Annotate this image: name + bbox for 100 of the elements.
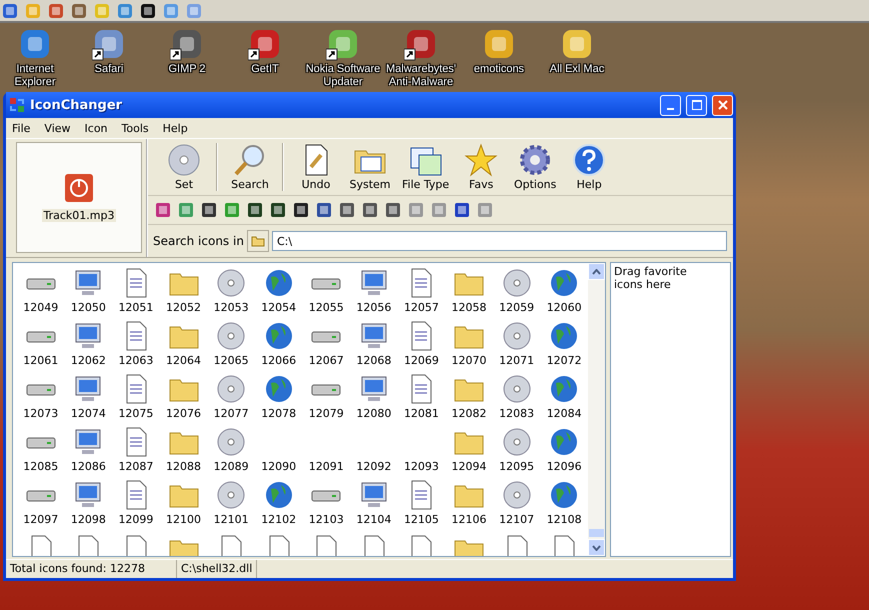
tool-icon[interactable] <box>200 201 218 219</box>
arrow-down-icon[interactable] <box>592 544 601 550</box>
shortcut-icon[interactable] <box>248 27 282 61</box>
icon-label: Safari <box>94 63 124 76</box>
icon-number: 12066 <box>261 354 296 367</box>
favorites-hint: Drag favorite icons here <box>614 265 688 291</box>
menu-item[interactable]: File <box>12 122 30 134</box>
icon-number: 12090 <box>261 460 296 473</box>
icon-number: 12073 <box>23 407 58 420</box>
icon-number: 12103 <box>308 513 344 526</box>
menu-item[interactable]: Icon <box>84 122 108 134</box>
icon-number: 12100 <box>166 513 202 526</box>
icon-label: GetIT <box>251 63 279 76</box>
maximize-button[interactable] <box>686 94 707 116</box>
toolbar-button[interactable]: File Type <box>398 143 454 191</box>
icon-number: 12108 <box>546 513 582 526</box>
tool-icon[interactable] <box>384 201 402 219</box>
icon-number: 12075 <box>118 407 154 420</box>
tool-icon[interactable] <box>361 201 379 219</box>
tool-icon[interactable] <box>453 201 471 219</box>
toolbar-button[interactable]: Favs <box>455 143 508 191</box>
icon-number: 12072 <box>546 354 582 367</box>
icon-number: 12106 <box>452 513 487 526</box>
icon-number: 12064 <box>166 354 202 367</box>
app-icon[interactable] <box>140 2 156 18</box>
close-button[interactable] <box>712 94 733 116</box>
icon-number: 12049 <box>23 301 58 314</box>
toolbar-button[interactable]: Help <box>563 143 616 191</box>
icon-number: 12059 <box>499 301 534 314</box>
icon-number: 12089 <box>214 460 249 473</box>
path-field[interactable]: C:\ <box>272 231 727 251</box>
toolbar-button[interactable]: Search <box>224 143 276 191</box>
icon-number: 12098 <box>70 513 106 526</box>
menu-item[interactable]: Tools <box>122 122 149 134</box>
icon-number: 12069 <box>404 354 439 367</box>
icon-number: 12078 <box>261 407 296 420</box>
icon-label: Internet Explorer <box>14 63 56 89</box>
icon-number: 12050 <box>70 301 106 314</box>
icon-number: 12065 <box>214 354 249 367</box>
star-icon <box>464 143 498 177</box>
icon-number: 12095 <box>499 460 534 473</box>
toolbar-button[interactable]: System <box>344 143 396 191</box>
scroll-thumb[interactable] <box>589 529 604 537</box>
tool-icon[interactable] <box>246 201 264 219</box>
icon-number: 12070 <box>452 354 487 367</box>
icon-number: 12102 <box>261 513 296 526</box>
browse-button[interactable] <box>246 230 269 252</box>
icon-number: 12067 <box>308 354 344 367</box>
menu-item[interactable]: View <box>44 122 71 134</box>
icon-number: 12085 <box>23 460 58 473</box>
icon-number: 12053 <box>214 301 249 314</box>
shortcut-icon[interactable] <box>92 27 126 61</box>
icon-number: 12084 <box>546 407 582 420</box>
status-text: Total icons found: 12278 <box>6 560 177 578</box>
icon-number: 12051 <box>118 301 154 314</box>
minimize-button[interactable] <box>660 94 681 116</box>
tool-icon[interactable] <box>292 201 310 219</box>
icon-number: 12092 <box>356 460 392 473</box>
power-icon <box>64 173 94 203</box>
minimize-icon <box>667 108 674 110</box>
icon-number: 12060 <box>546 301 582 314</box>
icon-number: 12077 <box>214 407 249 420</box>
gear-icon <box>518 143 552 177</box>
arrow-up-icon[interactable] <box>592 268 601 274</box>
icon-number: 12056 <box>356 301 392 314</box>
shortcut-icon[interactable] <box>326 27 360 61</box>
icon-label: GIMP 2 <box>168 63 206 76</box>
shortcut-icon[interactable] <box>404 27 438 61</box>
icon-number: 12097 <box>23 513 58 526</box>
icon-number: 12105 <box>404 513 439 526</box>
toolbar-button[interactable]: Undo <box>290 143 342 191</box>
icon-number: 12079 <box>308 407 344 420</box>
icon-number: 12063 <box>118 354 154 367</box>
icon-number: 12096 <box>546 460 582 473</box>
toolbar-button[interactable]: Options <box>509 143 562 191</box>
icon-number: 12093 <box>404 460 439 473</box>
icon-number: 12061 <box>23 354 58 367</box>
icon-number: 12087 <box>118 460 154 473</box>
icon-number: 12076 <box>166 407 202 420</box>
icon-number: 12055 <box>308 301 344 314</box>
menu-item[interactable]: Help <box>162 122 188 134</box>
tool-icon[interactable] <box>338 201 356 219</box>
icon-number: 12094 <box>452 460 487 473</box>
tool-icon[interactable] <box>269 201 287 219</box>
toolbar-button[interactable]: Set <box>158 143 210 191</box>
icon-number: 12054 <box>261 301 296 314</box>
icon-number: 12074 <box>70 407 106 420</box>
icon-number: 12104 <box>356 513 392 526</box>
app-icon <box>9 97 25 113</box>
icon-label: All Exl Mac <box>550 63 604 76</box>
file-name: Track01.mp3 <box>42 209 116 222</box>
shortcut-icon[interactable] <box>170 27 204 61</box>
magnifier-icon <box>233 143 267 177</box>
icon-label: Nokia Software Updater <box>304 63 382 89</box>
scrollbar[interactable] <box>588 263 605 556</box>
icon-number: 12080 <box>356 407 392 420</box>
tool-icon[interactable] <box>315 201 333 219</box>
icon-number: 12086 <box>70 460 106 473</box>
search-label: Search icons in <box>153 234 244 248</box>
icon-number: 12082 <box>452 407 487 420</box>
